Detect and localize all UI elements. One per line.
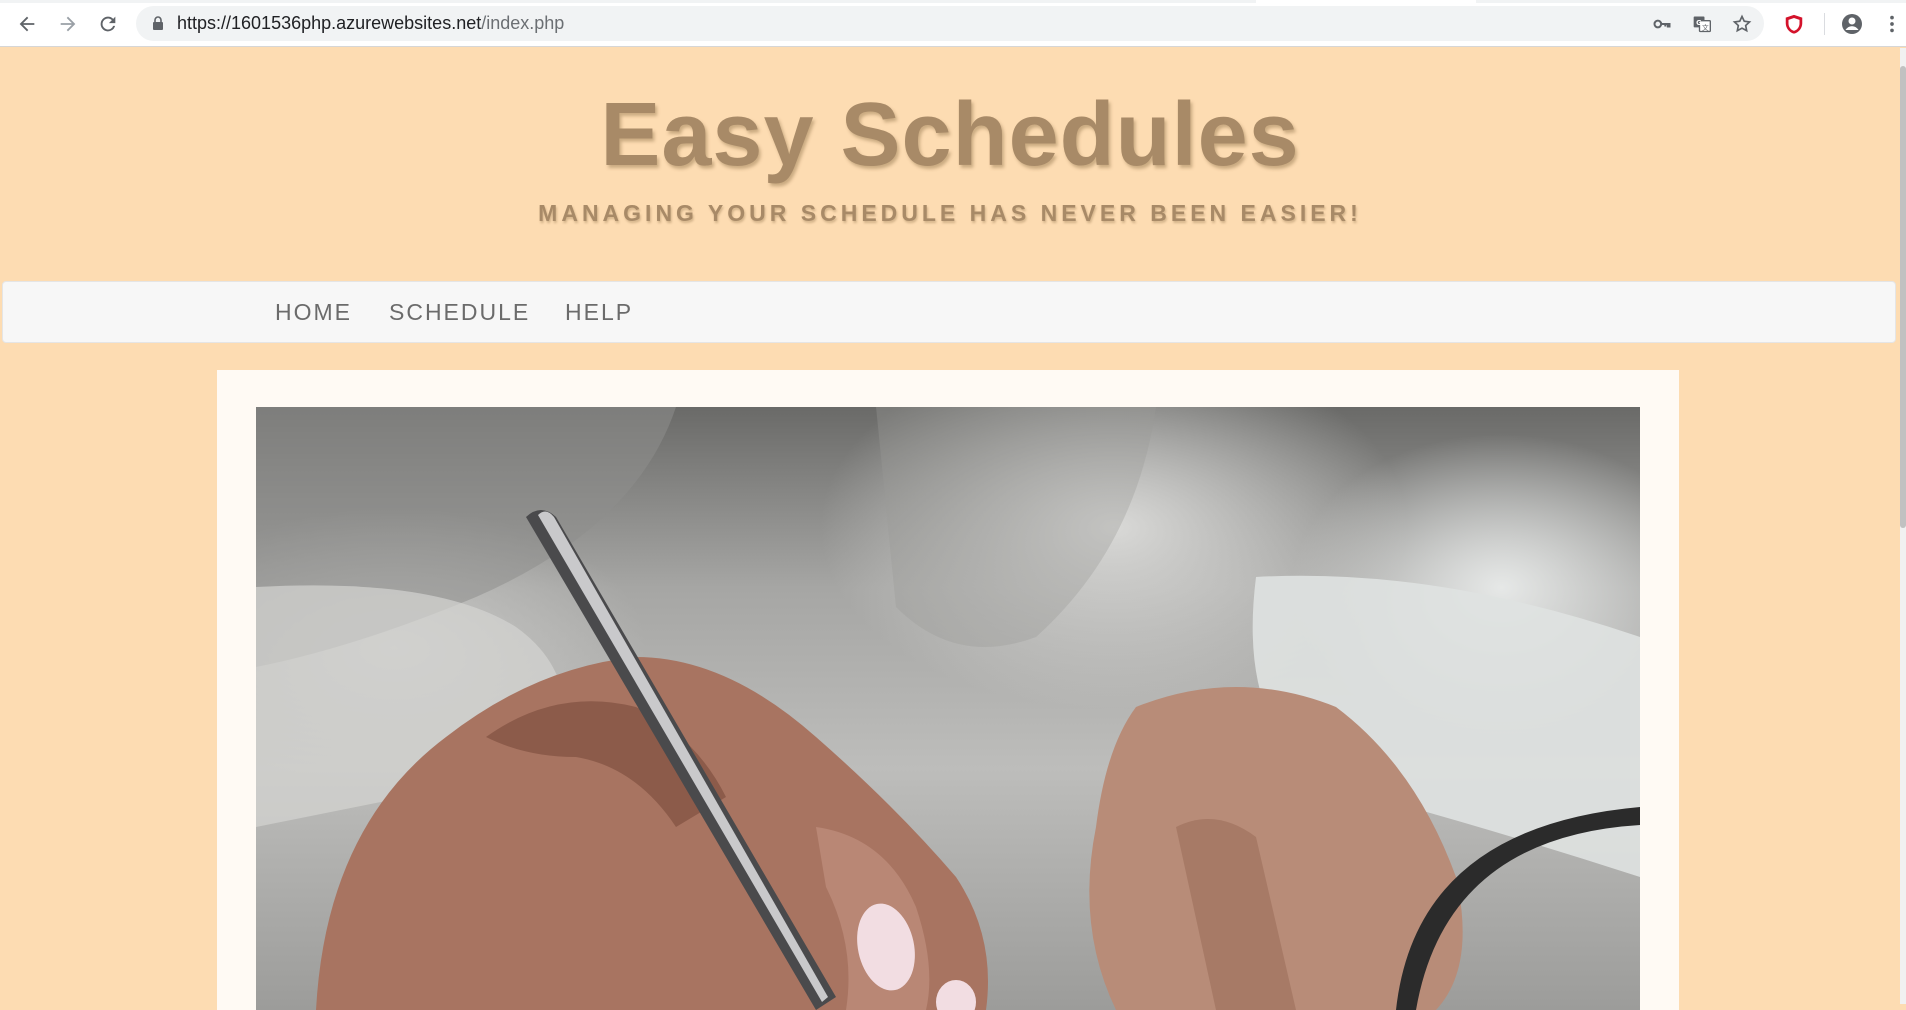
- svg-text:G: G: [1696, 19, 1701, 27]
- back-button[interactable]: [13, 10, 41, 38]
- lock-icon: [153, 16, 163, 30]
- translate-button[interactable]: G 文: [1690, 12, 1714, 36]
- page-scrollbar[interactable]: [1900, 48, 1906, 1004]
- key-icon: [1653, 19, 1671, 29]
- forward-button[interactable]: [54, 10, 82, 38]
- url-text[interactable]: https://1601536php.azurewebsites.net/ind…: [177, 13, 564, 34]
- page-content: Easy Schedules MANAGING YOUR SCHEDULE HA…: [0, 48, 1900, 1010]
- nav-item-help[interactable]: HELP: [565, 299, 633, 326]
- hand-writing-photo: [256, 407, 1640, 1010]
- arrow-left-icon: [19, 16, 35, 32]
- profile-button[interactable]: [1839, 11, 1865, 37]
- account-circle-icon: [1842, 14, 1862, 34]
- hero-image: [256, 407, 1640, 1010]
- browser-toolbar: https://1601536php.azurewebsites.net/ind…: [0, 0, 1906, 47]
- browser-menu-button[interactable]: [1879, 11, 1905, 37]
- content-card: [217, 370, 1679, 1010]
- nav-item-schedule[interactable]: SCHEDULE: [389, 299, 530, 326]
- url-path: /index.php: [481, 13, 565, 33]
- url-host: https://1601536php.azurewebsites.net: [177, 13, 482, 33]
- extension-button[interactable]: [1781, 11, 1807, 37]
- password-key-button[interactable]: [1650, 12, 1674, 36]
- reload-button[interactable]: [94, 10, 122, 38]
- nav-item-home[interactable]: HOME: [275, 299, 352, 326]
- svg-text:文: 文: [1702, 23, 1709, 32]
- toolbar-separator: [1824, 13, 1825, 35]
- star-icon: [1732, 14, 1752, 33]
- site-title: Easy Schedules: [600, 85, 1300, 185]
- arrow-right-icon: [60, 16, 76, 32]
- shield-icon: [1785, 14, 1803, 34]
- scrollbar-thumb[interactable]: [1900, 66, 1906, 528]
- tab-strip-edge: [0, 0, 1906, 3]
- main-navbar: HOME SCHEDULE HELP: [2, 281, 1896, 343]
- kebab-menu-icon: [1890, 15, 1894, 33]
- site-tagline: MANAGING YOUR SCHEDULE HAS NEVER BEEN EA…: [538, 200, 1362, 226]
- bookmark-button[interactable]: [1730, 12, 1754, 36]
- address-bar[interactable]: https://1601536php.azurewebsites.net/ind…: [136, 6, 1764, 41]
- translate-icon: G 文: [1693, 16, 1711, 33]
- reload-icon: [100, 16, 116, 32]
